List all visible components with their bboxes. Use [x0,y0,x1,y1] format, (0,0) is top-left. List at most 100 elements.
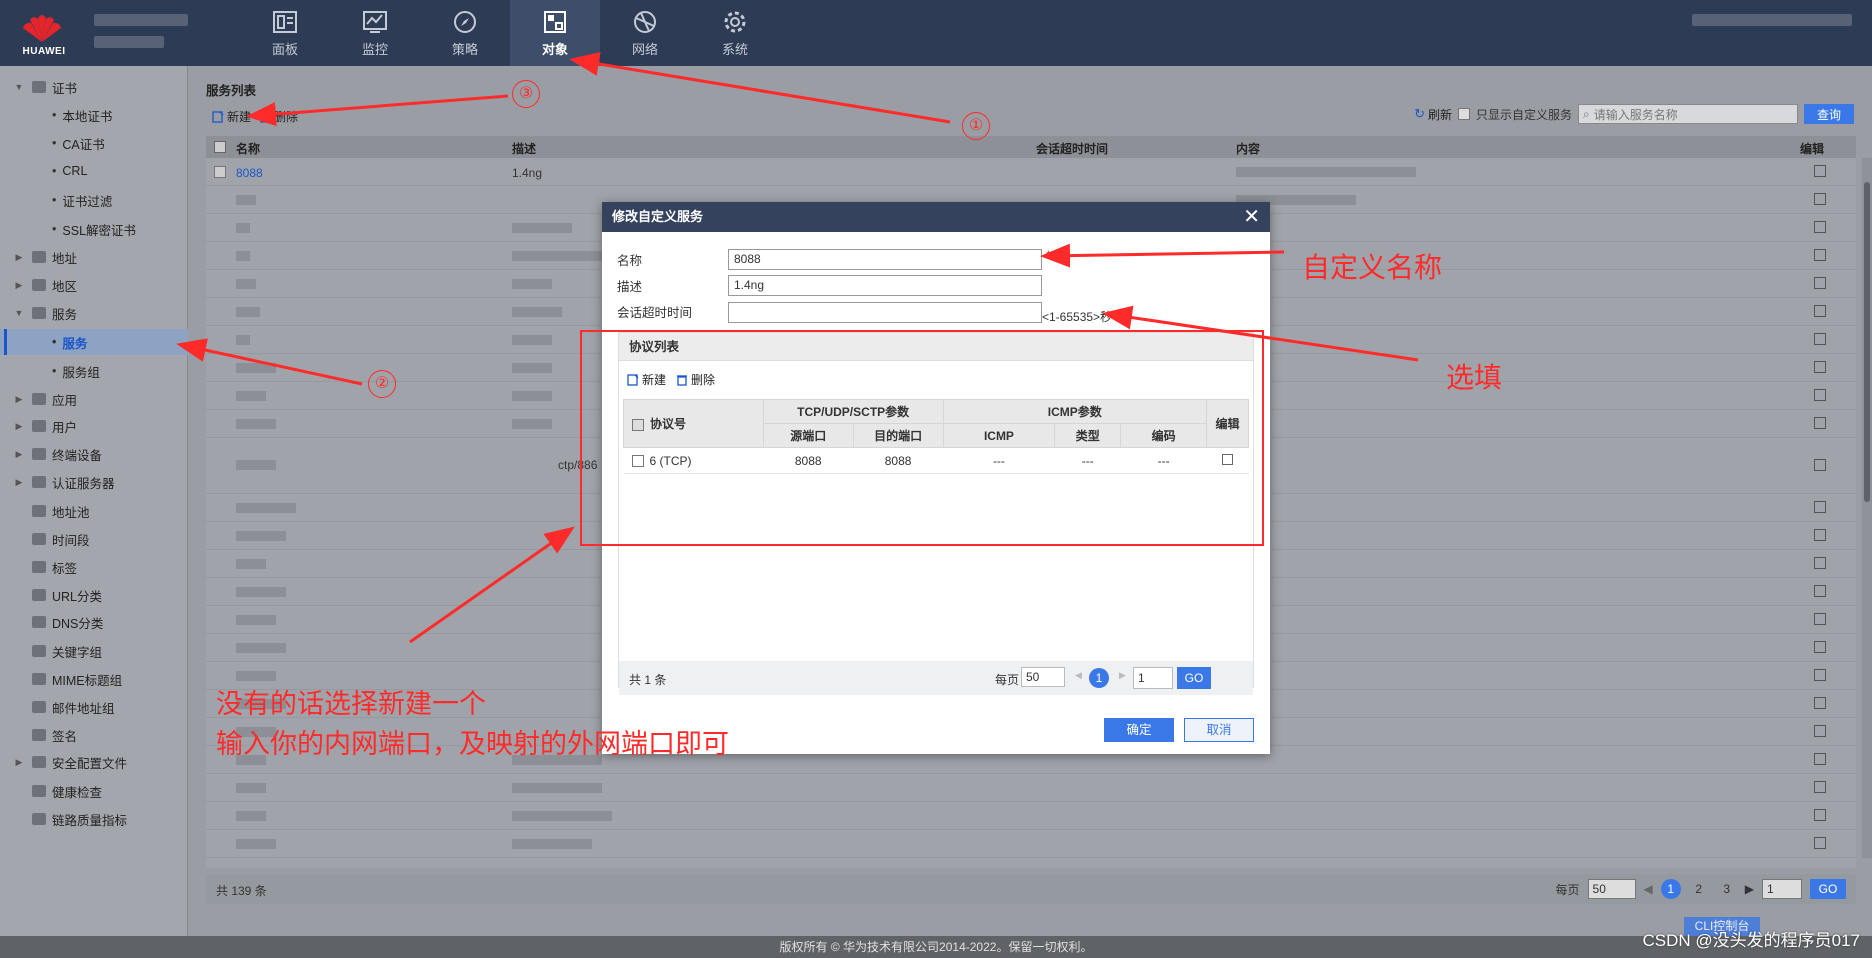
chevron-right-icon[interactable]: ▶ [12,449,26,460]
query-button[interactable]: 查询 [1804,104,1854,124]
prev-page-icon[interactable]: ◀ [1075,670,1082,681]
edit-icon[interactable] [1814,221,1826,233]
sidebar-item-link-quality[interactable]: 链路质量指标 [0,806,188,832]
nav-dashboard[interactable]: 面板 [240,0,330,66]
chevron-down-icon[interactable]: ▼ [12,308,26,318]
sidebar-item-crl[interactable]: CRL [0,158,188,184]
edit-icon[interactable] [1814,725,1826,737]
edit-icon[interactable] [1814,193,1826,205]
edit-icon[interactable] [1814,459,1826,471]
edit-icon[interactable] [1814,837,1826,849]
sidebar-item-address[interactable]: ▶ 地址 [0,244,188,270]
edit-icon[interactable] [1814,753,1826,765]
sidebar-item-url-category[interactable]: URL分类 [0,582,188,608]
refresh-button[interactable]: ↻ 刷新 [1414,106,1452,123]
edit-icon[interactable] [1814,249,1826,261]
col-desc[interactable]: 描述 [512,140,536,157]
sidebar-item-service-group[interactable]: 服务组 [0,358,188,384]
sidebar-item-mime-group[interactable]: MIME标题组 [0,666,188,692]
per-page-select[interactable]: 50 [1587,879,1636,899]
nav-policy[interactable]: 策略 [420,0,510,66]
edit-icon[interactable] [1814,669,1826,681]
chevron-right-icon[interactable]: ▶ [12,477,26,488]
edit-icon[interactable] [1814,277,1826,289]
edit-icon[interactable] [1814,641,1826,653]
scrollbar-thumb[interactable] [1864,182,1870,502]
prev-page-icon[interactable]: ◀ [1644,882,1653,896]
sidebar-item-address-pool[interactable]: 地址池 [0,498,188,524]
page-input[interactable]: 1 [1133,667,1173,689]
service-name-link[interactable]: 8088 [236,166,263,180]
sidebar-item-certificate[interactable]: ▼ 证书 [0,74,188,100]
search-input[interactable]: ⌕ 请输入服务名称 [1578,104,1798,124]
close-icon[interactable]: ✕ [1243,206,1260,228]
col-content[interactable]: 内容 [1236,140,1260,157]
nav-network[interactable]: 网络 [600,0,690,66]
nav-monitor[interactable]: 监控 [330,0,420,66]
edit-icon[interactable] [1814,613,1826,625]
table-row[interactable] [206,774,1856,802]
sidebar-item-auth-server[interactable]: ▶ 认证服务器 [0,469,188,495]
edit-icon[interactable] [1814,697,1826,709]
sidebar-item-health-check[interactable]: 健康检查 [0,778,188,804]
go-button[interactable]: GO [1177,667,1211,689]
chevron-right-icon[interactable]: ▶ [12,280,26,291]
chevron-down-icon[interactable]: ▼ [12,82,26,92]
chevron-right-icon[interactable]: ▶ [12,421,26,432]
chevron-right-icon[interactable]: ▶ [12,252,26,263]
delete-service-button[interactable]: 删除 [259,108,298,125]
next-page-icon[interactable]: ▶ [1745,882,1754,896]
nav-system[interactable]: 系统 [690,0,780,66]
table-row[interactable]: 8088 1.4ng [206,158,1856,186]
ok-button[interactable]: 确定 [1104,718,1174,742]
per-page-select[interactable]: 50 [1021,667,1065,687]
row-checkbox[interactable] [214,166,226,178]
chevron-right-icon[interactable]: ▶ [12,757,26,768]
sidebar-item-region[interactable]: ▶ 地区 [0,272,188,298]
edit-icon[interactable] [1814,305,1826,317]
sidebar-item-user[interactable]: ▶ 用户 [0,413,188,439]
edit-icon[interactable] [1814,333,1826,345]
timeout-input[interactable] [728,302,1042,323]
edit-icon[interactable] [1814,529,1826,541]
page-3[interactable]: 3 [1717,879,1737,899]
chevron-right-icon[interactable]: ▶ [12,394,26,405]
desc-input[interactable]: 1.4ng [728,275,1042,296]
sidebar-item-service[interactable]: ▼ 服务 [0,300,188,326]
sidebar-item-cert-filter[interactable]: 证书过滤 [0,187,188,213]
name-input[interactable]: 8088 [728,249,1042,270]
edit-icon[interactable] [1814,585,1826,597]
new-service-button[interactable]: 新建 [212,108,251,125]
cancel-button[interactable]: 取消 [1184,718,1254,742]
edit-icon[interactable] [1814,389,1826,401]
custom-only-checkbox[interactable] [1457,108,1470,120]
edit-icon[interactable] [1814,557,1826,569]
select-all-checkbox[interactable] [214,141,226,153]
nav-object[interactable]: 对象 [510,0,600,66]
table-scrollbar[interactable] [1862,158,1872,858]
table-row[interactable] [206,802,1856,830]
sidebar-item-terminal[interactable]: ▶ 终端设备 [0,441,188,467]
go-button[interactable]: GO [1810,879,1846,899]
sidebar-item-signature[interactable]: 签名 [0,722,188,748]
sidebar-item-tag[interactable]: 标签 [0,554,188,580]
edit-icon[interactable] [1814,781,1826,793]
sidebar-item-dns-category[interactable]: DNS分类 [0,609,188,635]
page-2[interactable]: 2 [1689,879,1709,899]
sidebar-item-local-cert[interactable]: 本地证书 [0,102,188,128]
edit-icon[interactable] [1814,809,1826,821]
edit-icon[interactable] [1814,417,1826,429]
sidebar-item-security-profile[interactable]: ▶ 安全配置文件 [0,749,188,775]
sidebar-item-ca-cert[interactable]: CA证书 [0,130,188,156]
sidebar-item-application[interactable]: ▶ 应用 [0,386,188,412]
col-name[interactable]: 名称 [236,140,260,157]
edit-icon[interactable] [1814,501,1826,513]
next-page-icon[interactable]: ▶ [1119,670,1126,681]
edit-icon[interactable] [1814,361,1826,373]
page-input[interactable]: 1 [1762,879,1802,899]
sidebar-item-time-range[interactable]: 时间段 [0,526,188,552]
table-row[interactable] [206,830,1856,858]
page-1[interactable]: 1 [1089,668,1109,688]
col-timeout[interactable]: 会话超时时间 [1036,140,1108,157]
page-1[interactable]: 1 [1660,879,1681,899]
